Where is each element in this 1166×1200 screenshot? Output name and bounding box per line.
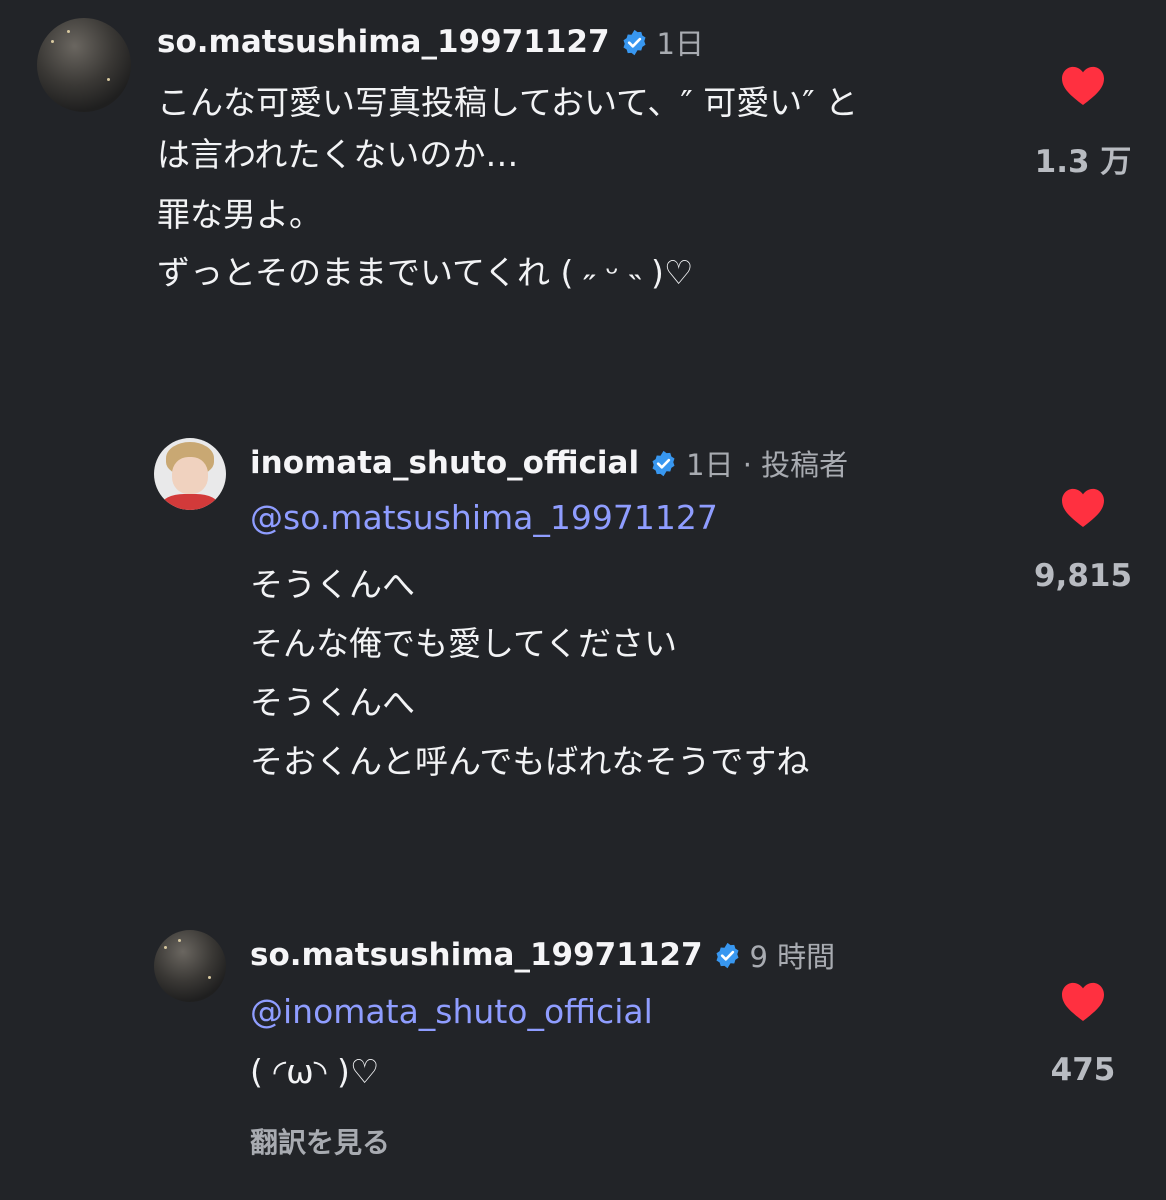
- like-control: 475: [1023, 980, 1143, 1088]
- username[interactable]: so.matsushima_19971127: [250, 937, 703, 973]
- comment-text-line: ( ◜ω◝ )♡: [250, 1052, 380, 1091]
- comment-text-line: そうくんへ: [250, 683, 415, 722]
- comment-text-line: こんな可愛い写真投稿しておいて、″ 可愛い″ と: [157, 83, 859, 122]
- like-count: 475: [1050, 1052, 1116, 1088]
- comment-text-line: そうくんへ: [250, 565, 415, 604]
- comment-text-line: ずっとそのままでいてくれ ( ˶ ᵕ ˵ )♡: [157, 253, 694, 292]
- mention-link[interactable]: @inomata_shuto_official: [250, 992, 653, 1031]
- username[interactable]: so.matsushima_19971127: [157, 24, 610, 60]
- avatar[interactable]: [154, 438, 226, 510]
- timestamp: 1日 · 投稿者: [686, 448, 849, 482]
- timestamp: 9 時間: [749, 940, 836, 974]
- like-control: 1.3 万: [1023, 64, 1143, 181]
- see-translation-link[interactable]: 翻訳を見る: [250, 1121, 390, 1161]
- timestamp: 1日: [656, 27, 704, 61]
- comment-text-line: そんな俺でも愛してください: [250, 624, 678, 663]
- avatar[interactable]: [37, 18, 131, 112]
- comment-text-line: そおくんと呼んでもばれなそうですね: [250, 742, 810, 781]
- mention-link[interactable]: @so.matsushima_19971127: [250, 498, 718, 537]
- like-count: 9,815: [1033, 558, 1133, 594]
- verified-badge-icon: [716, 942, 739, 968]
- comment-text-line: は言われたくないのか…: [157, 135, 519, 174]
- heart-icon[interactable]: [1060, 980, 1106, 1022]
- avatar[interactable]: [154, 930, 226, 1002]
- verified-badge-icon: [652, 450, 675, 476]
- verified-badge-icon: [623, 29, 646, 55]
- like-count: 1.3 万: [1034, 144, 1132, 180]
- username[interactable]: inomata_shuto_official: [250, 445, 639, 481]
- heart-icon[interactable]: [1060, 64, 1106, 106]
- heart-icon[interactable]: [1060, 486, 1106, 528]
- comment-text-line: 罪な男よ。: [157, 195, 322, 234]
- like-control: 9,815: [1023, 486, 1143, 594]
